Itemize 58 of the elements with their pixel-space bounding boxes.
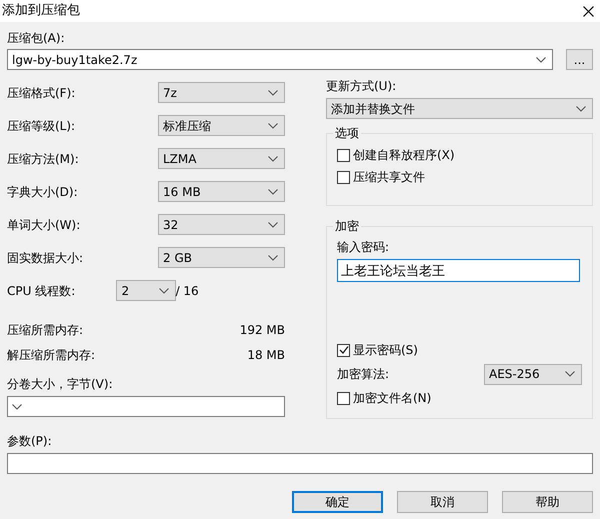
browse-button[interactable]: ... (566, 49, 593, 70)
checkbox-label: 创建自释放程序(X) (353, 147, 455, 163)
dropdown[interactable]: 16 MB (158, 181, 285, 202)
group-title: 选项 (333, 125, 361, 141)
archive-label: 压缩包(A): (7, 30, 66, 46)
dropdown[interactable]: LZMA (158, 148, 285, 169)
chevron-icon (536, 56, 546, 62)
chevron-icon (268, 254, 278, 260)
checkbox-label: 压缩共享文件 (353, 169, 425, 185)
chevron-icon (268, 90, 278, 96)
memory-value: 192 MB (240, 322, 285, 338)
checkbox-label: 显示密码(S) (353, 342, 418, 358)
password-label: 输入密码: (337, 239, 390, 255)
chevron-icon (268, 122, 278, 128)
chevron-icon (268, 222, 278, 228)
group-title: 加密 (333, 218, 361, 234)
dialog-button[interactable]: 确定 (292, 491, 383, 513)
checkbox-label: 加密文件名(N) (353, 390, 432, 406)
chevron-icon (268, 188, 278, 194)
dropdown[interactable]: 2 (116, 280, 176, 301)
dropdown[interactable]: 2 GB (158, 247, 285, 268)
setting-label: 压缩方法(M): (7, 150, 80, 166)
setting-label: 压缩等级(L): (7, 118, 76, 134)
update-mode-label: 更新方式(U): (326, 78, 398, 94)
setting-label: 固实数据大小: (7, 250, 84, 266)
dropdown[interactable]: 7z (158, 82, 285, 103)
archive-combo[interactable]: lgw-by-buy1take2.7z (7, 49, 553, 70)
parameters-field[interactable] (7, 453, 593, 474)
checkbox[interactable] (337, 170, 350, 184)
parameters-label: 参数(P): (7, 433, 53, 449)
checkbox[interactable] (337, 148, 350, 162)
chevron-icon (12, 404, 22, 410)
dialog-button[interactable]: 帮助 (502, 491, 593, 513)
chevron-icon (268, 156, 278, 162)
close-icon[interactable] (583, 6, 594, 16)
dropdown[interactable]: 标准压缩 (158, 115, 285, 136)
setting-label: 单词大小(W): (7, 216, 82, 232)
volume-label: 分卷大小，字节(V): (7, 376, 114, 392)
chevron-icon (565, 371, 575, 377)
window-title: 添加到压缩包 (2, 2, 80, 20)
thread-count: / 16 (176, 282, 200, 298)
memory-value: 18 MB (247, 346, 285, 362)
checkbox[interactable] (337, 344, 350, 356)
encryption-method-label: 加密算法: (337, 366, 390, 382)
dropdown[interactable] (7, 396, 285, 417)
dialog-button[interactable]: 取消 (397, 491, 488, 513)
dropdown[interactable]: 添加并替换文件 (326, 98, 593, 119)
dropdown[interactable]: 32 (158, 214, 285, 235)
setting-label: 字典大小(D): (7, 184, 79, 200)
dropdown[interactable]: AES-256 (484, 364, 582, 384)
checkbox[interactable] (337, 392, 350, 404)
memory-label: 解压缩所需内存: (7, 346, 96, 362)
memory-label: 压缩所需内存: (7, 322, 84, 338)
password-field[interactable]: 上老王论坛当老王 (337, 259, 580, 282)
chevron-icon (158, 288, 169, 294)
setting-label: 压缩格式(F): (7, 84, 76, 100)
setting-label: CPU 线程数: (7, 282, 76, 298)
chevron-icon (576, 106, 586, 112)
